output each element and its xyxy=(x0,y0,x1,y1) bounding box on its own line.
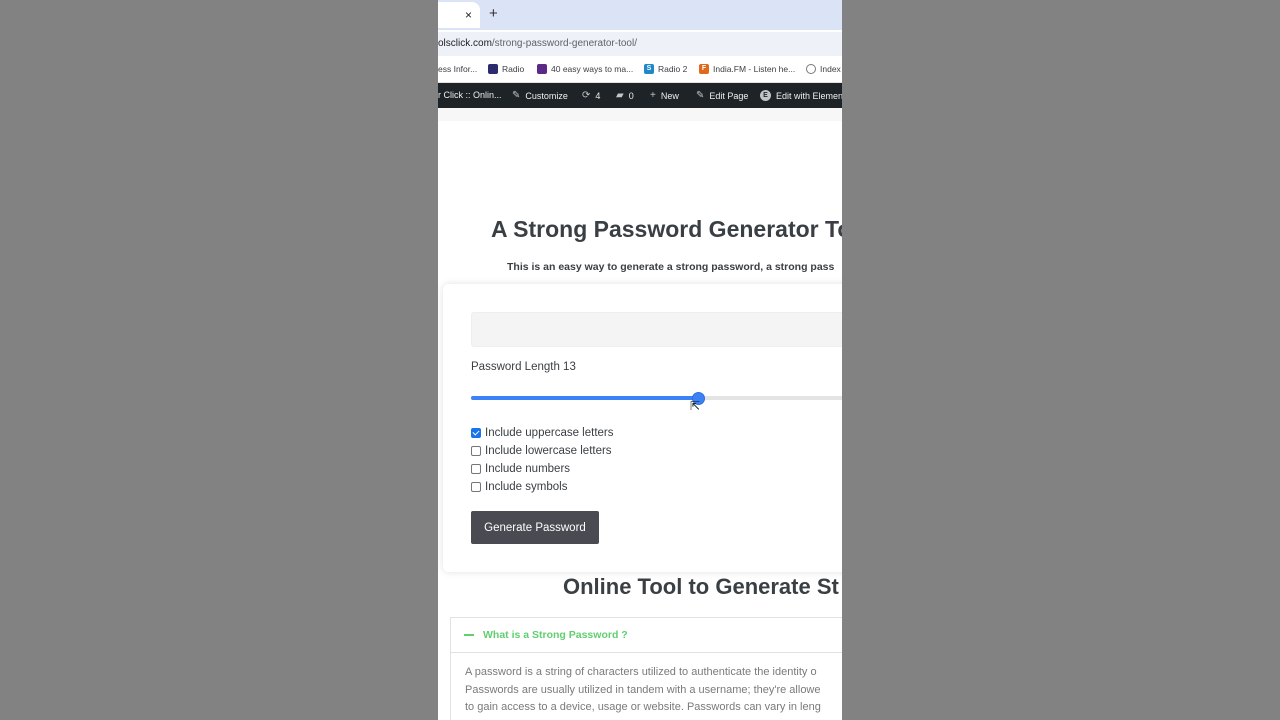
faq-question: What is a Strong Password ? xyxy=(483,629,628,641)
bookmark-item[interactable]: F India.FM - Listen he... xyxy=(699,64,795,74)
generate-password-button[interactable]: Generate Password xyxy=(471,511,599,544)
bookmark-item[interactable]: S Radio 2 xyxy=(644,64,687,74)
browser-viewport: × + olsclick.com/strong-password-generat… xyxy=(438,0,842,720)
tab-strip: × + xyxy=(438,0,842,30)
faq-answer: A password is a string of characters uti… xyxy=(465,664,842,717)
bookmark-item[interactable]: 40 easy ways to ma... xyxy=(537,64,633,74)
section-title: Online Tool to Generate St xyxy=(563,574,839,599)
admin-edit-page-link[interactable]: ✎ Edit Page xyxy=(696,90,748,101)
mouse-cursor-icon: ⇱ xyxy=(690,399,701,413)
elementor-icon: E xyxy=(760,90,771,101)
close-tab-icon[interactable]: × xyxy=(465,8,472,22)
faq-accordion: What is a Strong Password ? A password i… xyxy=(450,617,842,720)
options-list: Include uppercase letters Include lowerc… xyxy=(471,424,614,496)
page-title: A Strong Password Generator To xyxy=(491,216,842,242)
brush-icon: ✎ xyxy=(512,90,521,101)
bookmark-item[interactable]: ess Infor... xyxy=(438,64,477,74)
numbers-checkbox[interactable] xyxy=(471,464,481,474)
password-length-slider[interactable] xyxy=(471,392,842,405)
new-tab-button[interactable]: + xyxy=(489,5,498,22)
fm-favicon-icon: F xyxy=(699,64,709,74)
uppercase-checkbox[interactable] xyxy=(471,428,481,438)
password-output-field[interactable] xyxy=(471,312,842,347)
wp-admin-bar: r Click :: Onlin... ✎ Customize ⟳ 4 ▰ 0 … xyxy=(438,83,842,108)
address-bar: olsclick.com/strong-password-generator-t… xyxy=(438,30,842,58)
comment-icon: ▰ xyxy=(616,90,624,101)
bookmarks-bar: ess Infor... Radio 40 easy ways to ma...… xyxy=(438,58,842,83)
header-spacer xyxy=(438,108,842,121)
bookmark-item[interactable]: Radio xyxy=(488,64,524,74)
admin-new-link[interactable]: + New xyxy=(650,90,679,101)
page-subtitle: This is an easy way to generate a strong… xyxy=(507,261,835,273)
option-lowercase[interactable]: Include lowercase letters xyxy=(471,442,614,460)
admin-elementor-link[interactable]: E Edit with Elemen xyxy=(760,90,842,101)
option-numbers[interactable]: Include numbers xyxy=(471,460,614,478)
symbols-checkbox[interactable] xyxy=(471,482,481,492)
option-symbols[interactable]: Include symbols xyxy=(471,478,614,496)
admin-comments-link[interactable]: ▰ 0 xyxy=(616,90,634,101)
url-text[interactable]: olsclick.com/strong-password-generator-t… xyxy=(438,38,637,49)
left-letterbox xyxy=(0,0,438,720)
lowercase-checkbox[interactable] xyxy=(471,446,481,456)
bookmark-favicon-icon xyxy=(537,64,547,74)
option-uppercase[interactable]: Include uppercase letters xyxy=(471,424,614,442)
admin-site-link[interactable]: r Click :: Onlin... xyxy=(438,90,502,100)
s-favicon-icon: S xyxy=(644,64,654,74)
faq-answer-line: Passwords are usually utilized in tandem… xyxy=(465,683,821,696)
right-letterbox xyxy=(842,0,1280,720)
globe-icon xyxy=(806,64,816,74)
slider-fill xyxy=(471,396,698,400)
minus-icon xyxy=(464,634,474,636)
admin-customize-link[interactable]: ✎ Customize xyxy=(512,90,568,101)
password-length-label: Password Length 13 xyxy=(471,361,576,373)
active-tab[interactable]: × xyxy=(438,2,480,28)
plus-icon: + xyxy=(650,90,656,101)
faq-answer-line: A password is a string of characters uti… xyxy=(465,666,817,678)
updates-icon: ⟳ xyxy=(582,90,591,101)
pencil-icon: ✎ xyxy=(696,90,705,101)
admin-updates-link[interactable]: ⟳ 4 xyxy=(582,90,600,101)
faq-question-header[interactable]: What is a Strong Password ? xyxy=(451,618,842,653)
radio-favicon-icon xyxy=(488,64,498,74)
bookmark-item[interactable]: Index xyxy=(806,64,841,74)
faq-answer-line: to gain access to a device, usage or web… xyxy=(465,701,821,713)
